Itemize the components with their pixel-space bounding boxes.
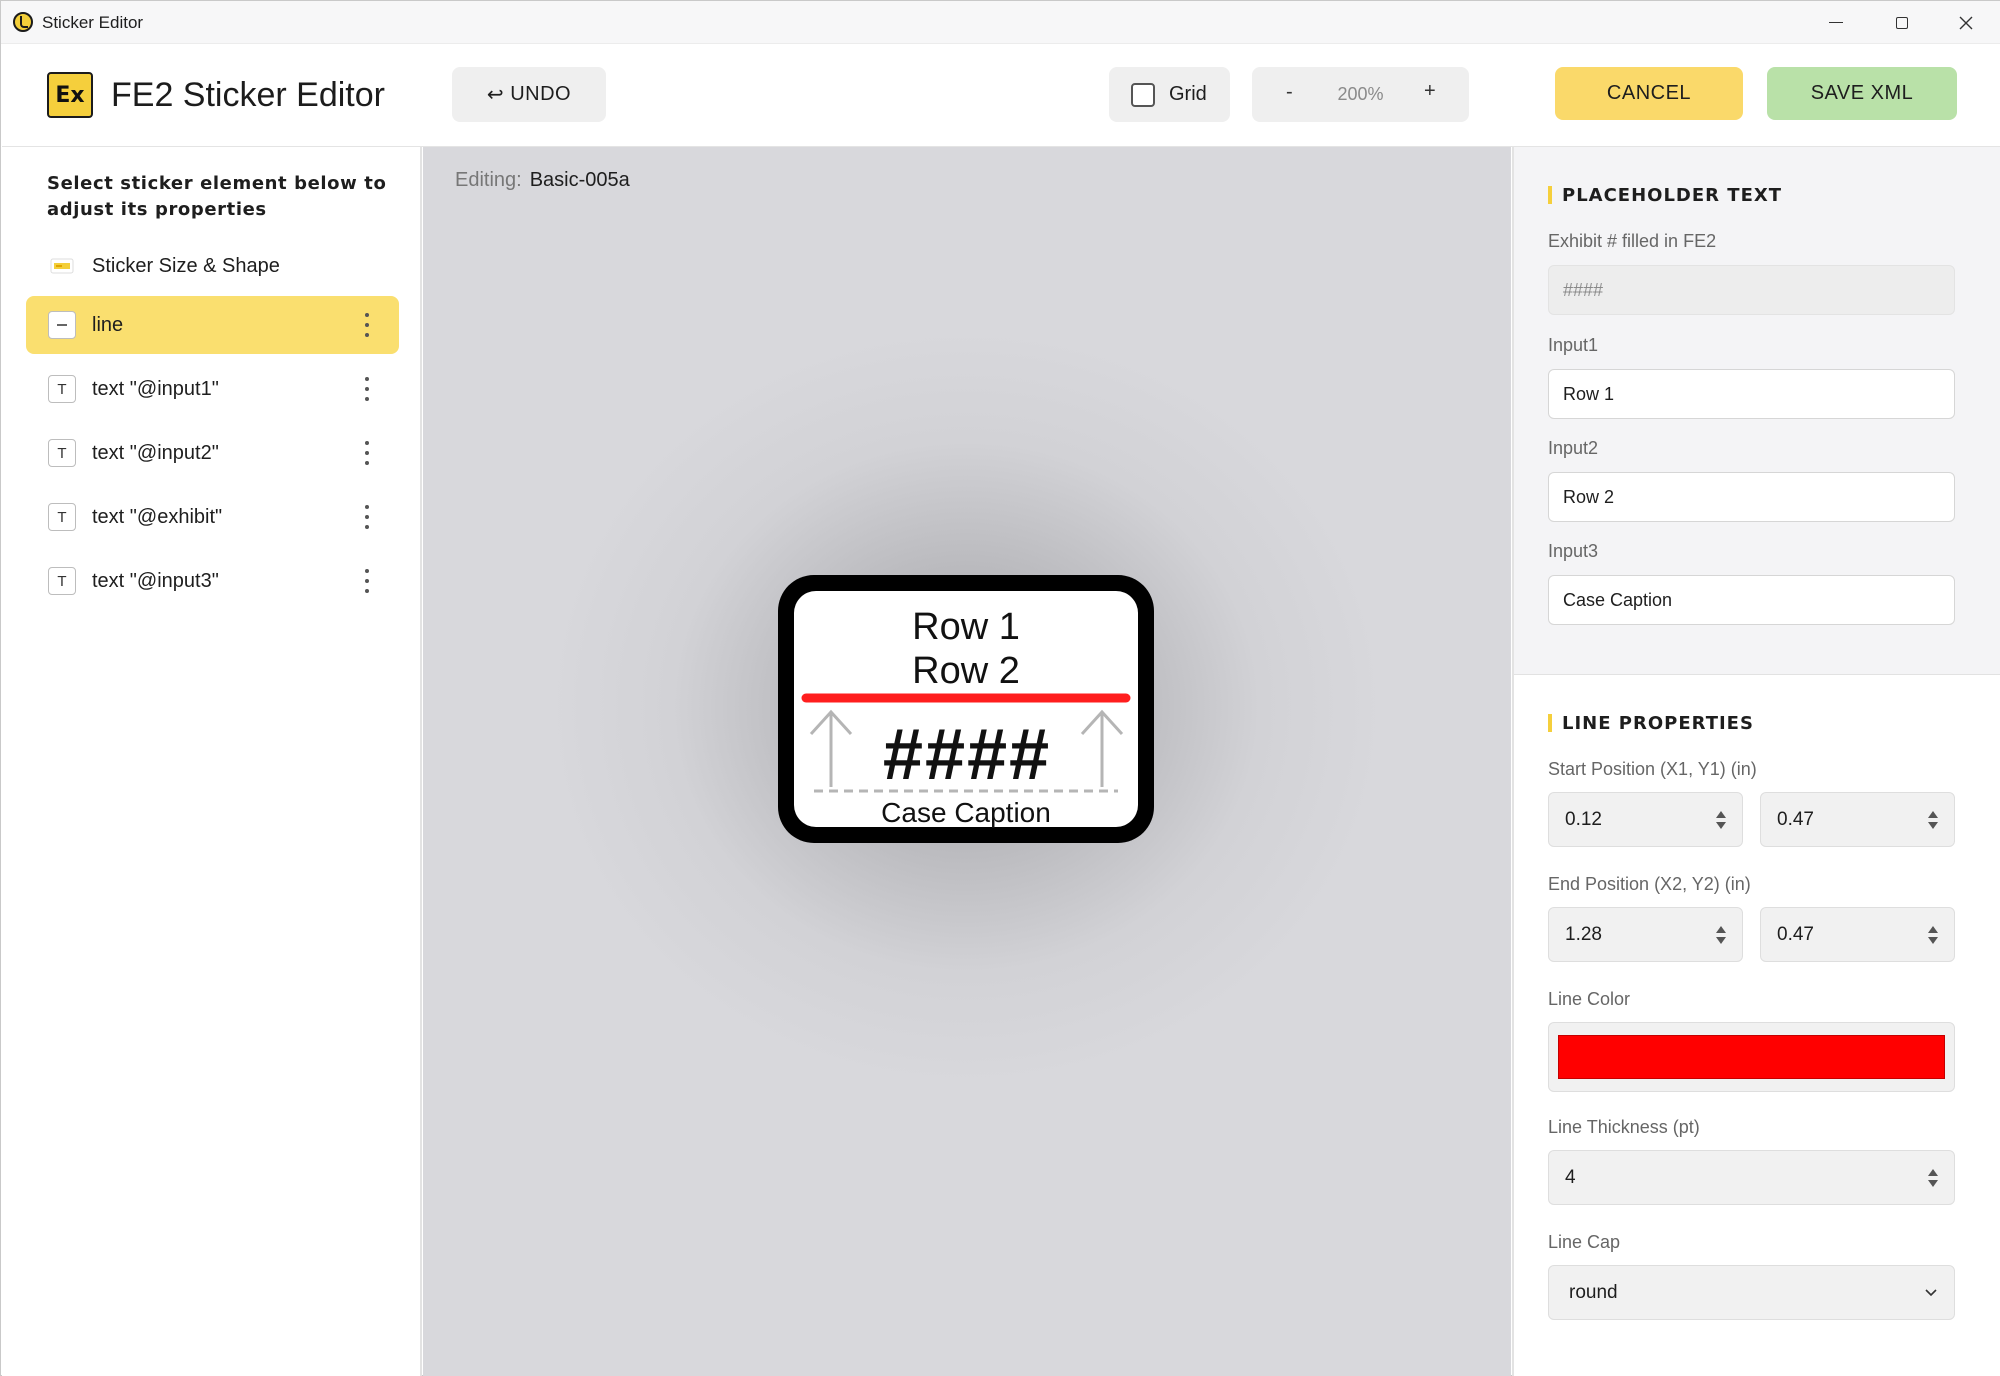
grid-toggle[interactable]: Grid <box>1109 67 1230 122</box>
close-icon <box>1959 16 1973 29</box>
minimize-icon <box>1829 22 1843 23</box>
cancel-button[interactable]: CANCEL <box>1555 67 1743 120</box>
y2-stepper[interactable]: 0.47 <box>1760 907 1955 962</box>
sticker-preview[interactable]: Row 1 Row 2 #### Case Caption <box>778 575 1154 843</box>
x2-value: 1.28 <box>1565 923 1602 945</box>
maximize-button[interactable] <box>1873 1 1931 44</box>
line-thickness-stepper[interactable]: 4 <box>1548 1150 1955 1205</box>
placeholder-section: PLACEHOLDER TEXT Exhibit # filled in FE2… <box>1514 147 2000 675</box>
line-thickness-value: 4 <box>1565 1166 1576 1188</box>
undo-icon: ↩ <box>486 84 505 106</box>
sticker-row1-text[interactable]: Row 1 <box>794 606 1138 649</box>
element-sidebar: Select sticker element below to adjust i… <box>2 147 422 1376</box>
app-logo: Ex <box>47 72 93 118</box>
undo-button[interactable]: ↩ UNDO <box>452 67 606 122</box>
y1-value: 0.47 <box>1777 808 1814 830</box>
app-window: Sticker Editor Ex FE2 Sticker Editor ↩ U… <box>0 0 2000 1376</box>
sticker-row2-text[interactable]: Row 2 <box>794 650 1138 693</box>
sticker-canvas[interactable]: Editing: Basic-005a Row 1 Row 2 #### Cas… <box>423 147 1511 1376</box>
app-name: FE2 Sticker Editor <box>111 76 385 114</box>
line-color-picker[interactable] <box>1548 1022 1955 1092</box>
more-options-icon[interactable] <box>365 377 369 401</box>
spinner-arrows-icon[interactable] <box>1928 1169 1938 1189</box>
app-header: Ex FE2 Sticker Editor ↩ UNDO Grid - 200%… <box>2 44 2000 147</box>
input3-field[interactable]: Case Caption <box>1548 575 1955 625</box>
sticker-caption-text[interactable]: Case Caption <box>794 797 1138 829</box>
line-properties-title: LINE PROPERTIES <box>1548 713 1754 734</box>
sidebar-item-label: text "@input3" <box>92 569 219 592</box>
sidebar-item-line[interactable]: line <box>26 296 399 354</box>
input1-field-label: Input1 <box>1548 335 1599 355</box>
line-thickness-label: Line Thickness (pt) <box>1548 1117 1700 1137</box>
close-button[interactable] <box>1937 1 1995 44</box>
start-position-label: Start Position (X1, Y1) (in) <box>1548 759 1757 779</box>
x2-stepper[interactable]: 1.28 <box>1548 907 1743 962</box>
text-icon: T <box>48 375 76 403</box>
more-options-icon[interactable] <box>365 441 369 465</box>
sidebar-item-label: text "@input2" <box>92 441 219 464</box>
placeholder-title: PLACEHOLDER TEXT <box>1548 185 1782 206</box>
sticker-shape-icon <box>48 252 76 280</box>
spinner-arrows-icon[interactable] <box>1928 926 1938 946</box>
properties-panel: PLACEHOLDER TEXT Exhibit # filled in FE2… <box>1512 147 2000 1376</box>
input3-field-label: Input3 <box>1548 541 1599 561</box>
sidebar-item-label: text "@exhibit" <box>92 505 223 528</box>
sticker-exhibit-text[interactable]: #### <box>794 719 1138 791</box>
exhibit-field: #### <box>1548 265 1955 315</box>
zoom-level: 200% <box>1337 84 1384 104</box>
sidebar-item-label: line <box>92 313 124 336</box>
more-options-icon[interactable] <box>365 505 369 529</box>
app-logo-icon <box>13 12 33 32</box>
line-color-label: Line Color <box>1548 989 1631 1009</box>
x1-stepper[interactable]: 0.12 <box>1548 792 1743 847</box>
input1-field[interactable]: Row 1 <box>1548 369 1955 419</box>
spinner-arrows-icon[interactable] <box>1716 811 1726 831</box>
text-icon: T <box>48 567 76 595</box>
zoom-control: - 200% + <box>1252 67 1469 122</box>
y1-stepper[interactable]: 0.47 <box>1760 792 1955 847</box>
line-color-swatch[interactable] <box>1558 1035 1945 1079</box>
sidebar-item-label: Sticker Size & Shape <box>92 254 280 277</box>
text-icon: T <box>48 503 76 531</box>
exhibit-field-label: Exhibit # filled in FE2 <box>1548 231 1717 251</box>
spinner-arrows-icon[interactable] <box>1928 811 1938 831</box>
sidebar-item-sticker-size-shape[interactable]: Sticker Size & Shape <box>26 237 399 295</box>
title-bar: Sticker Editor <box>1 1 2000 44</box>
line-cap-select[interactable]: round <box>1548 1265 1955 1320</box>
editing-sticker-name: Basic-005a <box>529 169 630 191</box>
undo-label: UNDO <box>510 83 572 105</box>
editing-indicator: Editing: Basic-005a <box>455 169 630 192</box>
more-options-icon[interactable] <box>365 569 369 593</box>
sidebar-item-text-input1[interactable]: T text "@input1" <box>26 360 399 418</box>
x1-value: 0.12 <box>1565 808 1602 830</box>
sticker-face: Row 1 Row 2 #### Case Caption <box>794 591 1138 829</box>
sidebar-item-text-exhibit[interactable]: T text "@exhibit" <box>26 488 399 546</box>
line-cap-label: Line Cap <box>1548 1232 1621 1252</box>
text-icon: T <box>48 439 76 467</box>
sidebar-item-text-input2[interactable]: T text "@input2" <box>26 424 399 482</box>
sidebar-item-text-input3[interactable]: T text "@input3" <box>26 552 399 610</box>
zoom-in-button[interactable]: + <box>1424 80 1436 103</box>
end-position-label: End Position (X2, Y2) (in) <box>1548 874 1751 894</box>
grid-checkbox[interactable] <box>1131 82 1155 107</box>
spinner-arrows-icon[interactable] <box>1716 926 1726 946</box>
minimize-button[interactable] <box>1807 1 1865 44</box>
window-title: Sticker Editor <box>42 13 144 32</box>
more-options-icon[interactable] <box>365 313 369 337</box>
grid-label: Grid <box>1169 83 1207 105</box>
sidebar-item-label: text "@input1" <box>92 377 219 400</box>
y2-value: 0.47 <box>1777 923 1814 945</box>
maximize-icon <box>1896 16 1908 29</box>
line-cap-value: round <box>1569 1281 1618 1303</box>
input2-field-label: Input2 <box>1548 438 1599 458</box>
save-xml-button[interactable]: SAVE XML <box>1767 67 1957 120</box>
editing-label: Editing: <box>455 169 522 191</box>
chevron-down-icon <box>1925 1289 1937 1297</box>
line-icon <box>48 311 76 339</box>
input2-field[interactable]: Row 2 <box>1548 472 1955 522</box>
sidebar-hint: Select sticker element below to adjust i… <box>47 173 387 220</box>
